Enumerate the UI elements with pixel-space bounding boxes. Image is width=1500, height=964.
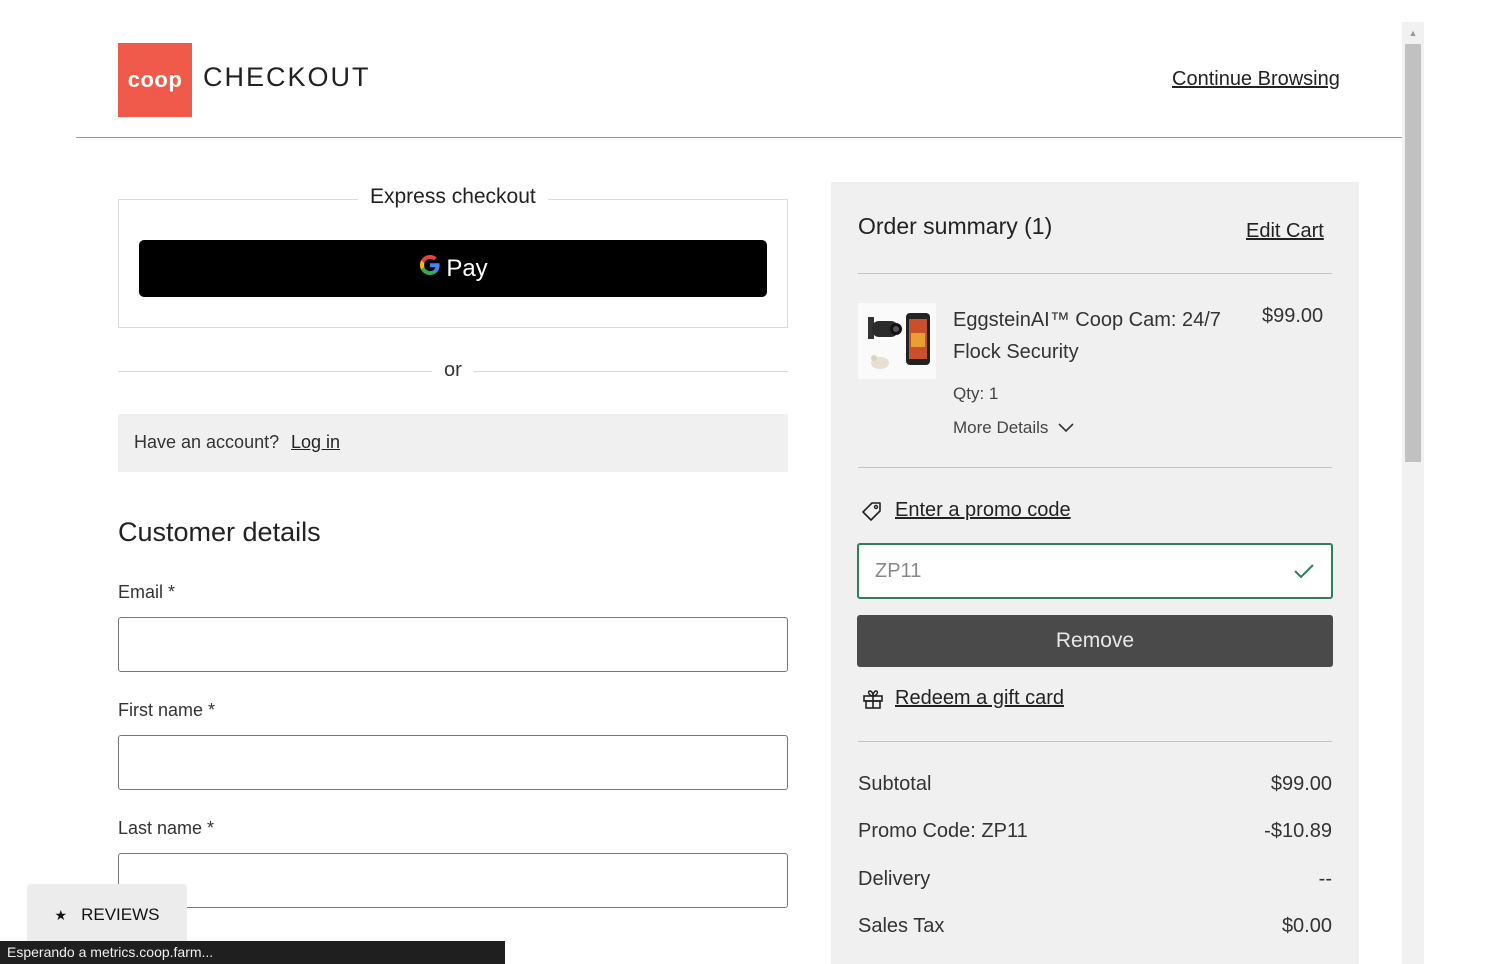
first-name-label: First name * xyxy=(118,700,216,720)
login-question-text: Have an account? xyxy=(134,432,280,452)
email-field[interactable] xyxy=(118,617,788,672)
promo-code-label: Promo Code: ZP11 xyxy=(858,820,1028,842)
summary-divider xyxy=(858,741,1332,742)
more-details-label: More Details xyxy=(953,418,1049,437)
delivery-label: Delivery xyxy=(858,868,931,890)
google-pay-label: Pay xyxy=(446,254,488,282)
subtotal-label: Subtotal xyxy=(858,773,932,795)
scrollbar-thumb[interactable] xyxy=(1405,44,1421,462)
reviews-label: REVIEWS xyxy=(81,905,160,924)
chevron-down-icon xyxy=(1058,423,1074,433)
product-quantity: Qty: 1 xyxy=(953,384,999,403)
star-icon: ★ xyxy=(54,906,68,923)
or-divider-text: or xyxy=(444,359,462,381)
express-checkout-label: Express checkout xyxy=(358,185,548,209)
delivery-value: -- xyxy=(1318,868,1332,890)
product-price: $99.00 xyxy=(1262,305,1324,327)
scroll-up-arrow-icon[interactable]: ▲ xyxy=(1402,24,1424,42)
email-label: Email * xyxy=(118,582,176,602)
checkmark-icon xyxy=(1294,564,1314,579)
last-name-label: Last name * xyxy=(118,818,215,838)
promo-code-value: -$10.89 xyxy=(1264,820,1332,842)
edit-cart-link[interactable]: Edit Cart xyxy=(1246,220,1324,243)
page-title: CHECKOUT xyxy=(203,62,371,92)
google-g-icon xyxy=(418,253,442,284)
summary-divider xyxy=(858,273,1332,274)
header-divider xyxy=(76,137,1402,138)
redeem-gift-card-link[interactable]: Redeem a gift card xyxy=(895,687,1064,710)
or-divider-right xyxy=(474,371,788,372)
browser-status-bar: Esperando a metrics.coop.farm... xyxy=(0,941,505,964)
last-name-field[interactable] xyxy=(118,853,788,908)
sales-tax-value: $0.00 xyxy=(1281,915,1332,937)
customer-details-heading: Customer details xyxy=(118,517,321,547)
product-name[interactable]: EggsteinAI™ Coop Cam: 24/7 Flock Securit… xyxy=(953,304,1253,368)
continue-browsing-link[interactable]: Continue Browsing xyxy=(1172,68,1340,91)
summary-divider xyxy=(858,467,1332,468)
login-link[interactable]: Log in xyxy=(291,432,340,453)
first-name-field[interactable] xyxy=(118,735,788,790)
enter-promo-code-link[interactable]: Enter a promo code xyxy=(895,499,1071,522)
sales-tax-label: Sales Tax xyxy=(858,915,945,937)
promo-code-input[interactable] xyxy=(857,543,1333,599)
order-summary-title: Order summary (1) xyxy=(858,213,1053,239)
subtotal-value: $99.00 xyxy=(1270,773,1332,795)
coop-logo[interactable]: coop xyxy=(118,43,192,117)
remove-promo-button[interactable]: Remove xyxy=(857,615,1333,667)
or-divider-left xyxy=(118,371,432,372)
more-details-toggle[interactable]: More Details xyxy=(953,418,1074,438)
product-thumbnail[interactable] xyxy=(858,303,936,379)
reviews-tab[interactable]: ★ REVIEWS xyxy=(27,884,187,946)
tag-icon xyxy=(862,502,881,521)
gift-icon xyxy=(863,690,883,709)
google-pay-button[interactable]: Pay xyxy=(139,240,767,297)
